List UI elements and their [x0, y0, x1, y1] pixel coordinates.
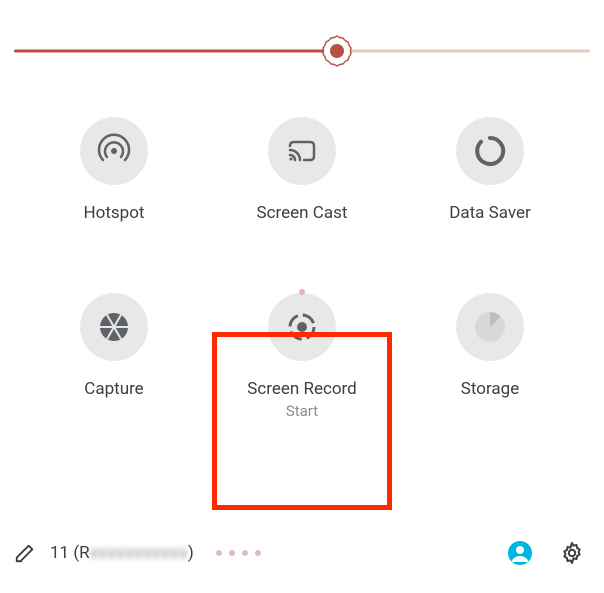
- recording-indicator-dot: [299, 289, 305, 295]
- version-suffix: ): [188, 543, 194, 563]
- slider-track-inactive: [337, 50, 590, 53]
- brightness-thumb-icon[interactable]: [320, 34, 354, 68]
- quick-settings-grid: Hotspot Screen Cast Data Saver: [0, 117, 604, 420]
- tile-label: Screen Cast: [257, 203, 348, 223]
- tile-label: Capture: [84, 379, 143, 399]
- slider-track-active: [14, 50, 337, 53]
- page-indicator[interactable]: [216, 550, 261, 556]
- tile-hotspot[interactable]: Hotspot: [20, 117, 208, 223]
- tile-label: Data Saver: [449, 203, 531, 223]
- tile-label: Hotspot: [84, 203, 145, 223]
- aperture-icon: [80, 293, 148, 361]
- data-saver-icon: [456, 117, 524, 185]
- page-dot: [242, 550, 248, 556]
- tile-label: Storage: [461, 379, 519, 399]
- tile-capture[interactable]: Capture: [20, 293, 208, 419]
- tile-screen-cast[interactable]: Screen Cast: [208, 117, 396, 223]
- footer-bar: 11 (Rxxxxxxxxxxx): [0, 533, 604, 573]
- storage-icon: [456, 293, 524, 361]
- tile-screen-record[interactable]: Screen Record Start: [208, 293, 396, 419]
- version-prefix: 11 (R: [50, 543, 90, 563]
- hotspot-icon: [80, 117, 148, 185]
- edit-tiles-button[interactable]: [14, 542, 36, 564]
- tile-sublabel: Start: [286, 402, 318, 420]
- page-dot: [255, 550, 261, 556]
- cast-icon: [268, 117, 336, 185]
- brightness-slider[interactable]: [14, 30, 590, 72]
- build-version-text: 11 (Rxxxxxxxxxxx): [50, 543, 194, 563]
- tile-data-saver[interactable]: Data Saver: [396, 117, 584, 223]
- page-dot: [229, 550, 235, 556]
- page-dot: [216, 550, 222, 556]
- tile-storage[interactable]: Storage: [396, 293, 584, 419]
- version-obscured: xxxxxxxxxxx: [90, 543, 188, 563]
- tile-label: Screen Record: [247, 379, 357, 399]
- record-icon: [268, 293, 336, 361]
